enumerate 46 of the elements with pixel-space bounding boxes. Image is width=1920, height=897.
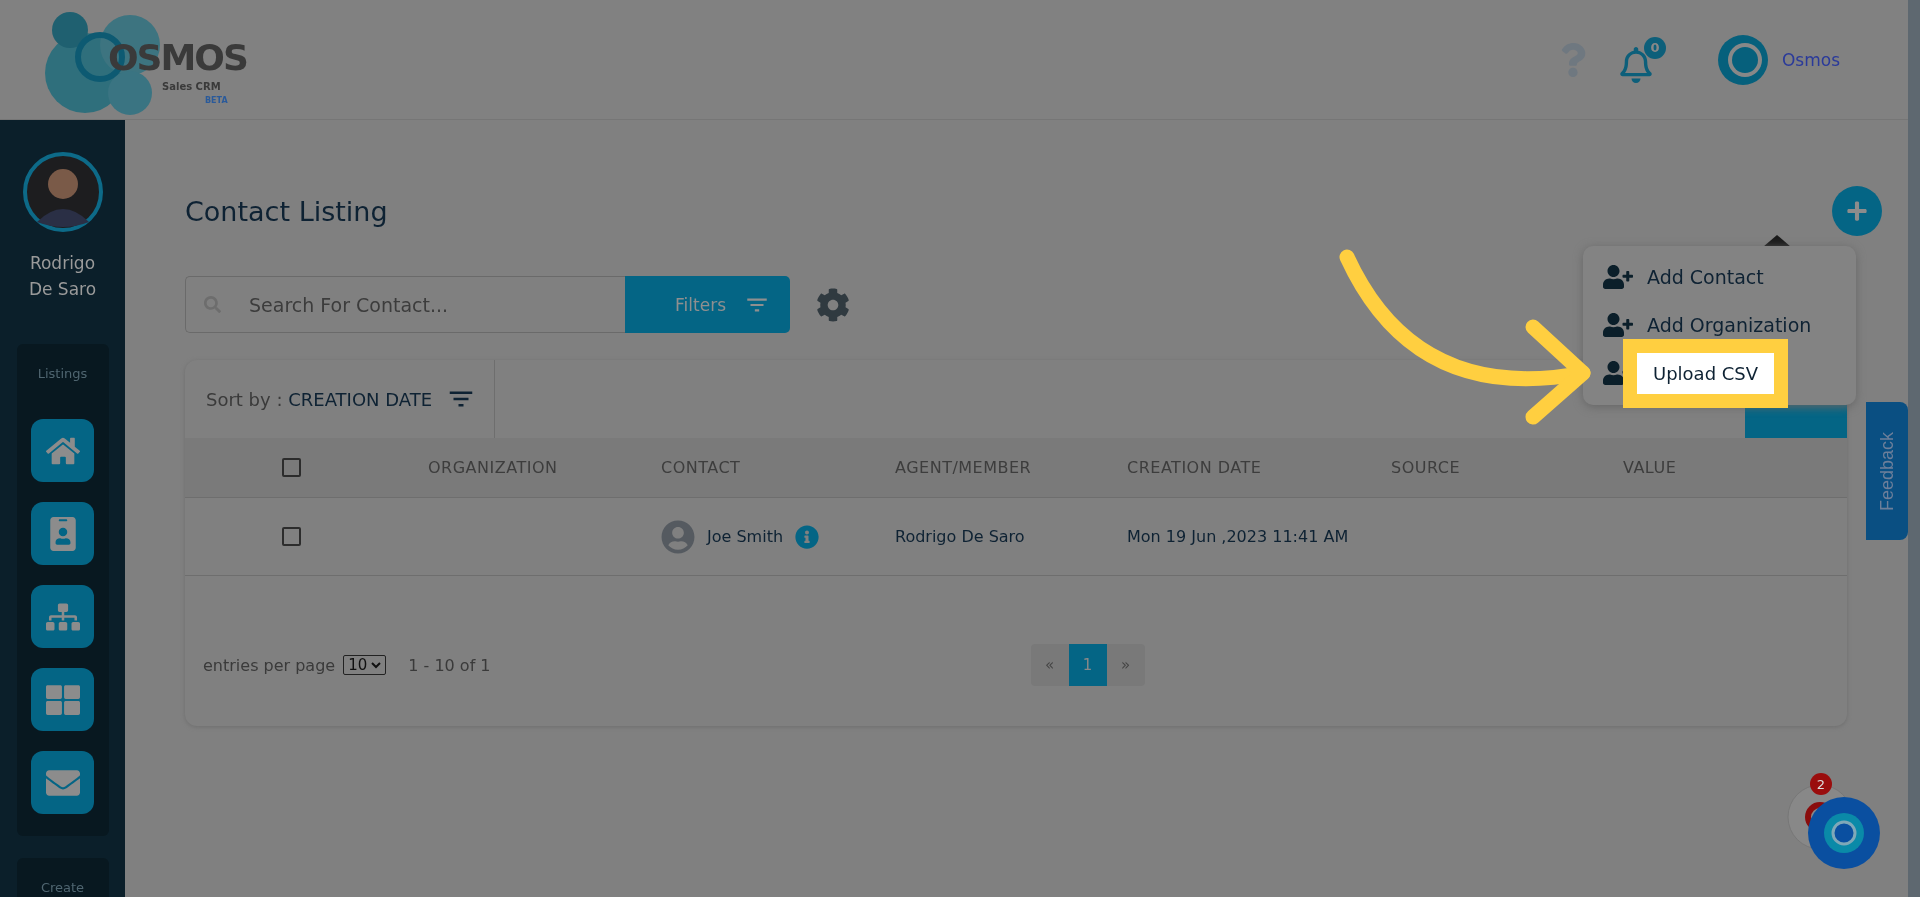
column-header: CONTACT xyxy=(661,458,742,477)
column-header: SOURCE xyxy=(1391,458,1462,477)
nav-button[interactable] xyxy=(31,751,94,814)
action-button[interactable] xyxy=(1745,403,1847,438)
scrollbar[interactable] xyxy=(1908,0,1920,897)
user-plus-icon xyxy=(1603,265,1633,289)
column-header: ORGANIZATION xyxy=(428,458,559,477)
previous-page[interactable]: « xyxy=(1030,644,1069,686)
checkbox[interactable] xyxy=(282,527,301,546)
chevron-down-icon xyxy=(371,661,382,669)
feedback-tab[interactable]: Feedback xyxy=(1866,402,1908,540)
filters-button[interactable]: Filters xyxy=(625,276,790,333)
page-button[interactable]: 1 xyxy=(1068,644,1107,686)
entries-label: entries per page xyxy=(203,655,336,675)
table-cell-text: Mon 19 Jun ,2023 11:41 AM xyxy=(1127,527,1350,546)
user-name[interactable]: Osmos xyxy=(1781,49,1840,70)
search-field[interactable]: Search For Contact... xyxy=(247,292,607,317)
page-title: Contact Listing xyxy=(185,195,388,227)
plus-icon xyxy=(1846,200,1868,222)
user-avatar[interactable] xyxy=(1717,34,1768,85)
section-title: Listings xyxy=(37,366,88,381)
table-cell: Joe Smith xyxy=(707,527,784,546)
range-label: 1 - 10 of 1 xyxy=(408,655,491,675)
table-cell-text: Rodrigo De Saro xyxy=(895,527,1026,546)
column-header: CREATION DATE xyxy=(1127,458,1263,477)
user-name: Rodrigo De Saro xyxy=(27,252,98,301)
nav-button[interactable] xyxy=(31,419,94,482)
avatar-icon xyxy=(661,519,695,554)
column-header: VALUE xyxy=(1623,458,1678,477)
chat-badge: 2 xyxy=(1810,773,1832,795)
menu-item[interactable]: Add Contact xyxy=(1647,266,1764,288)
sort-label[interactable]: Sort by : CREATION DATE xyxy=(206,388,433,410)
per-page-select[interactable]: 10 xyxy=(343,655,387,675)
section-title: Create xyxy=(40,880,85,895)
add-button[interactable] xyxy=(1832,186,1882,236)
nav-button[interactable] xyxy=(31,585,94,648)
menu-item[interactable]: Add Organization xyxy=(1647,314,1812,336)
next-page[interactable]: » xyxy=(1106,644,1145,686)
user-plus-icon xyxy=(1603,313,1633,337)
checkbox[interactable] xyxy=(282,458,301,477)
grid-icon xyxy=(45,682,80,717)
column-header: AGENT/MEMBER xyxy=(895,458,1033,477)
settings-icon[interactable] xyxy=(816,287,850,322)
nav-button[interactable] xyxy=(31,502,94,565)
nav-button[interactable] xyxy=(31,668,94,731)
search-box[interactable]: Search For Contact... xyxy=(185,276,625,333)
